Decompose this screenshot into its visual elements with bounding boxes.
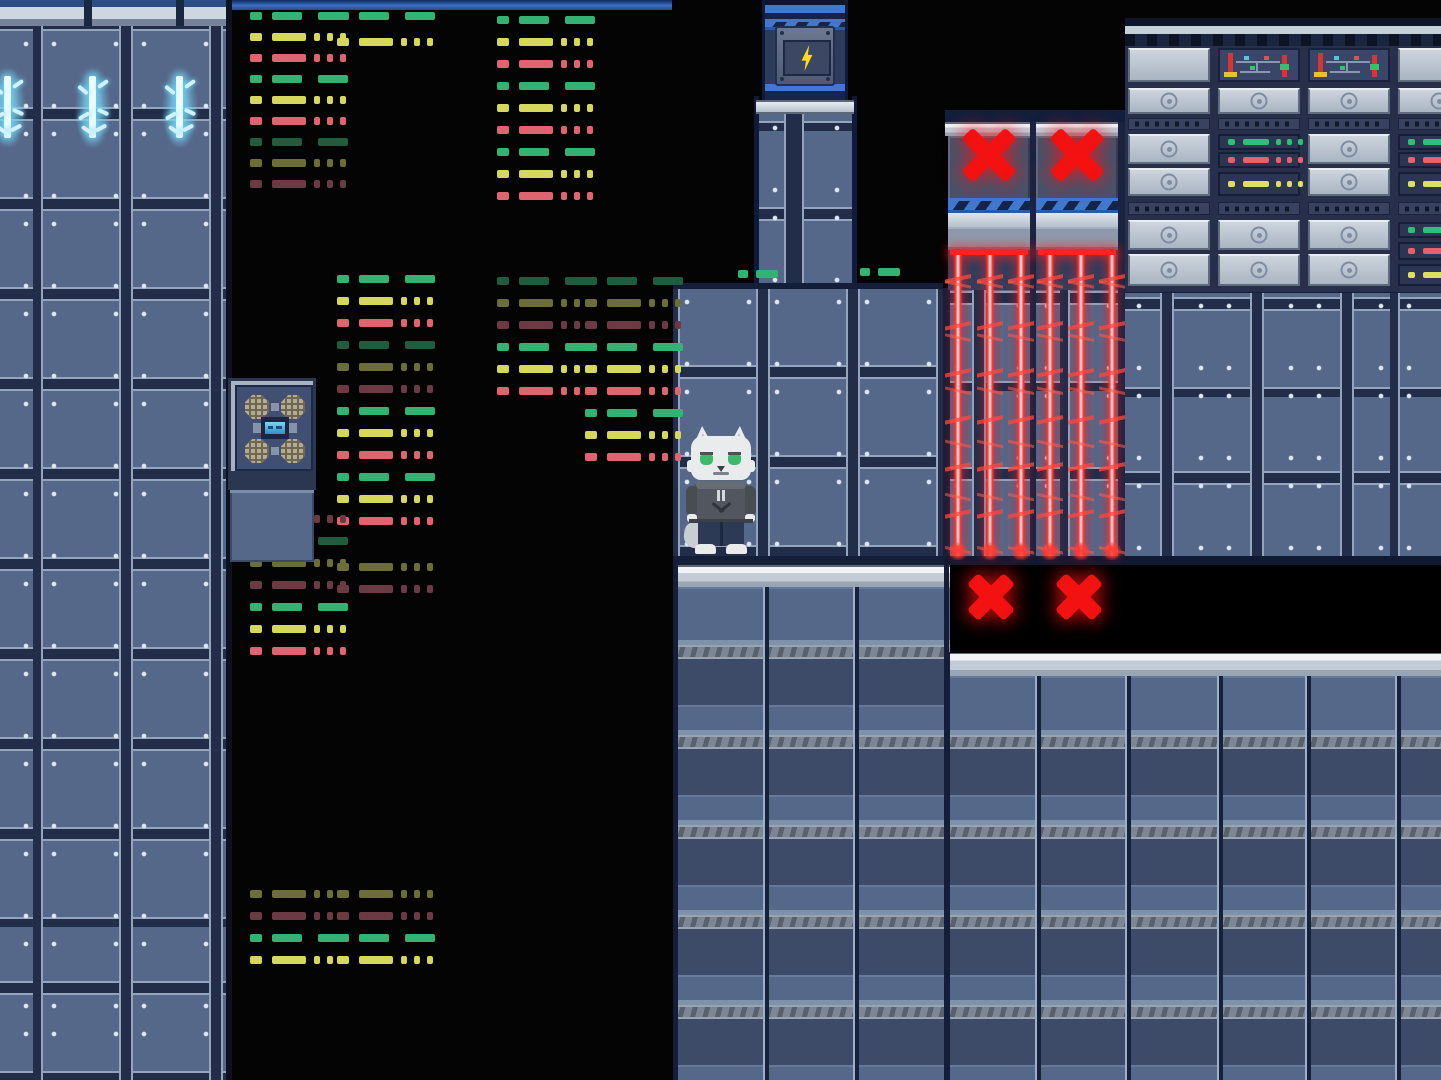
cat-foot-left (695, 544, 716, 554)
cat-arm-left (686, 486, 697, 516)
cat-foot-right (726, 544, 747, 554)
player-layer (0, 0, 1441, 1080)
cat-mouth (713, 472, 729, 475)
game-viewport[interactable] (0, 0, 1441, 1080)
cat-cheek (687, 460, 695, 472)
cat-player-character[interactable] (686, 424, 756, 554)
cat-arm-right (745, 486, 756, 516)
cat-cheek (747, 460, 755, 472)
cat-hood-collar (696, 481, 746, 489)
cat-eye-left (700, 455, 713, 465)
cat-drawstring (722, 490, 725, 501)
cat-pants-split (720, 522, 723, 546)
cat-eye-right (728, 455, 741, 465)
cat-drawstring (717, 490, 720, 501)
